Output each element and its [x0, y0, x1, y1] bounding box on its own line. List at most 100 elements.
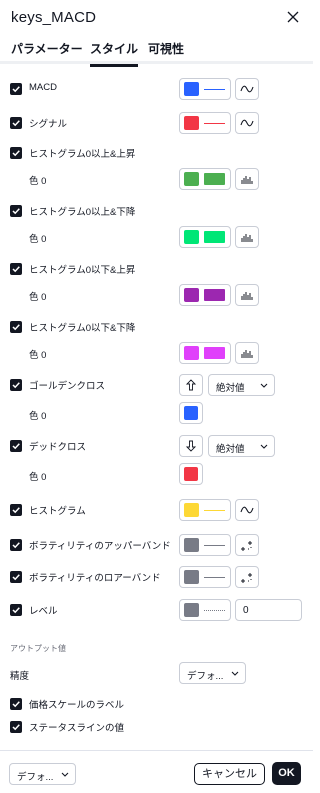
line-style-preview — [204, 123, 225, 124]
color-swatch — [184, 346, 199, 360]
color-swatch — [184, 467, 198, 481]
plot-type-button[interactable] — [235, 226, 259, 248]
level-color-picker[interactable] — [179, 599, 231, 621]
plot-type-button[interactable] — [235, 168, 259, 190]
template-select[interactable]: デフォ... — [9, 763, 76, 785]
cross-plot-icon — [241, 541, 252, 551]
macd-checkbox[interactable] — [10, 83, 22, 95]
precision-label: 精度 — [10, 671, 30, 682]
row-golden-cross-color: 色 0 — [0, 402, 313, 426]
line-wave-icon — [240, 85, 254, 93]
color-0-label: 色 0 — [29, 292, 47, 303]
golden-cross-checkbox[interactable] — [10, 379, 22, 391]
hist-above-rising-color-picker[interactable] — [179, 168, 231, 190]
price-scale-label-checkbox[interactable] — [10, 698, 22, 710]
status-line-value-text: ステータスラインの値 — [29, 723, 125, 734]
plot-type-button[interactable] — [235, 112, 259, 134]
color-swatch — [184, 172, 199, 186]
hist-below-falling-checkbox[interactable] — [10, 321, 22, 333]
plot-type-button[interactable] — [235, 534, 259, 556]
dead-cross-label: デッドクロス — [29, 442, 87, 453]
row-status-line-value: ステータスラインの値 — [0, 716, 313, 740]
lower-band-color-picker[interactable] — [179, 566, 231, 588]
histogram-icon — [241, 350, 253, 358]
golden-cross-label: ゴールデンクロス — [29, 381, 106, 392]
cancel-button[interactable]: キャンセル — [194, 763, 265, 785]
chevron-down-icon — [61, 772, 69, 777]
macd-color-picker[interactable] — [179, 78, 231, 100]
plot-type-button[interactable] — [235, 284, 259, 306]
row-hist-below-falling: ヒストグラム0以下&下降 — [0, 316, 313, 340]
color-0-label: 色 0 — [29, 350, 47, 361]
signal-color-picker[interactable] — [179, 112, 231, 134]
dead-cross-color-picker[interactable] — [179, 463, 203, 485]
select-value: 絶対値 — [216, 383, 245, 394]
tab-parameters[interactable]: パラメーター — [11, 40, 83, 57]
color-0-label: 色 0 — [29, 472, 47, 483]
arrow-down-icon — [185, 440, 197, 452]
dead-cross-location-select[interactable]: 絶対値 — [208, 435, 275, 457]
shape-button[interactable] — [179, 435, 203, 457]
row-hist-above-falling-color: 色 0 — [0, 226, 313, 250]
chevron-down-icon — [260, 383, 268, 388]
color-swatch — [184, 570, 199, 584]
upper-band-label: ボラティリティのアッパーバンド — [29, 541, 171, 552]
lower-band-checkbox[interactable] — [10, 571, 22, 583]
upper-band-color-picker[interactable] — [179, 534, 231, 556]
bar-style-preview — [204, 347, 225, 359]
row-golden-cross: ゴールデンクロス 絶対値 — [0, 374, 313, 398]
histogram-icon — [241, 234, 253, 242]
color-swatch — [184, 230, 199, 244]
hist-above-rising-checkbox[interactable] — [10, 147, 22, 159]
histogram-color-picker[interactable] — [179, 499, 231, 521]
color-swatch — [184, 538, 199, 552]
bar-style-preview — [204, 173, 225, 185]
dead-cross-checkbox[interactable] — [10, 440, 22, 452]
row-dead-cross: デッドクロス 絶対値 — [0, 435, 313, 459]
golden-cross-location-select[interactable]: 絶対値 — [208, 374, 275, 396]
tab-style[interactable]: スタイル — [90, 40, 139, 67]
bar-style-preview — [204, 231, 225, 243]
hist-above-falling-color-picker[interactable] — [179, 226, 231, 248]
histogram-checkbox[interactable] — [10, 504, 22, 516]
golden-cross-color-picker[interactable] — [179, 402, 203, 424]
hist-above-falling-checkbox[interactable] — [10, 205, 22, 217]
dotted-line-preview — [204, 610, 225, 611]
color-0-label: 色 0 — [29, 176, 47, 187]
hist-below-rising-color-picker[interactable] — [179, 284, 231, 306]
row-histogram: ヒストグラム — [0, 499, 313, 523]
close-icon[interactable] — [285, 9, 301, 25]
tab-bar: パラメーター スタイル 可視性 — [0, 38, 313, 67]
arrow-up-icon — [185, 379, 197, 391]
level-checkbox[interactable] — [10, 604, 22, 616]
color-swatch — [184, 288, 199, 302]
hist-below-rising-checkbox[interactable] — [10, 263, 22, 275]
plot-type-button[interactable] — [235, 78, 259, 100]
shape-button[interactable] — [179, 374, 203, 396]
status-line-value-checkbox[interactable] — [10, 721, 22, 733]
color-swatch — [184, 82, 199, 96]
line-style-preview — [204, 89, 225, 90]
upper-band-checkbox[interactable] — [10, 539, 22, 551]
histogram-icon — [241, 176, 253, 184]
plot-type-button[interactable] — [235, 499, 259, 521]
line-style-preview — [204, 545, 225, 546]
hist-below-falling-color-picker[interactable] — [179, 342, 231, 364]
select-value: デフォ... — [187, 671, 224, 682]
bar-style-preview — [204, 289, 225, 301]
hist-above-rising-label: ヒストグラム0以上&上昇 — [29, 149, 136, 160]
hist-below-falling-label: ヒストグラム0以下&下降 — [29, 323, 136, 334]
macd-label: MACD — [29, 82, 57, 93]
color-0-label: 色 0 — [29, 411, 47, 422]
precision-select[interactable]: デフォ... — [179, 662, 246, 684]
level-value-input[interactable] — [235, 599, 302, 621]
plot-type-button[interactable] — [235, 566, 259, 588]
ok-button[interactable]: OK — [272, 762, 301, 785]
row-hist-above-falling: ヒストグラム0以上&下降 — [0, 200, 313, 224]
cross-plot-icon — [241, 573, 252, 583]
tab-visibility[interactable]: 可視性 — [148, 40, 184, 57]
signal-checkbox[interactable] — [10, 117, 22, 129]
price-scale-label-text: 価格スケールのラベル — [29, 700, 125, 711]
plot-type-button[interactable] — [235, 342, 259, 364]
hist-below-rising-label: ヒストグラム0以下&上昇 — [29, 265, 136, 276]
